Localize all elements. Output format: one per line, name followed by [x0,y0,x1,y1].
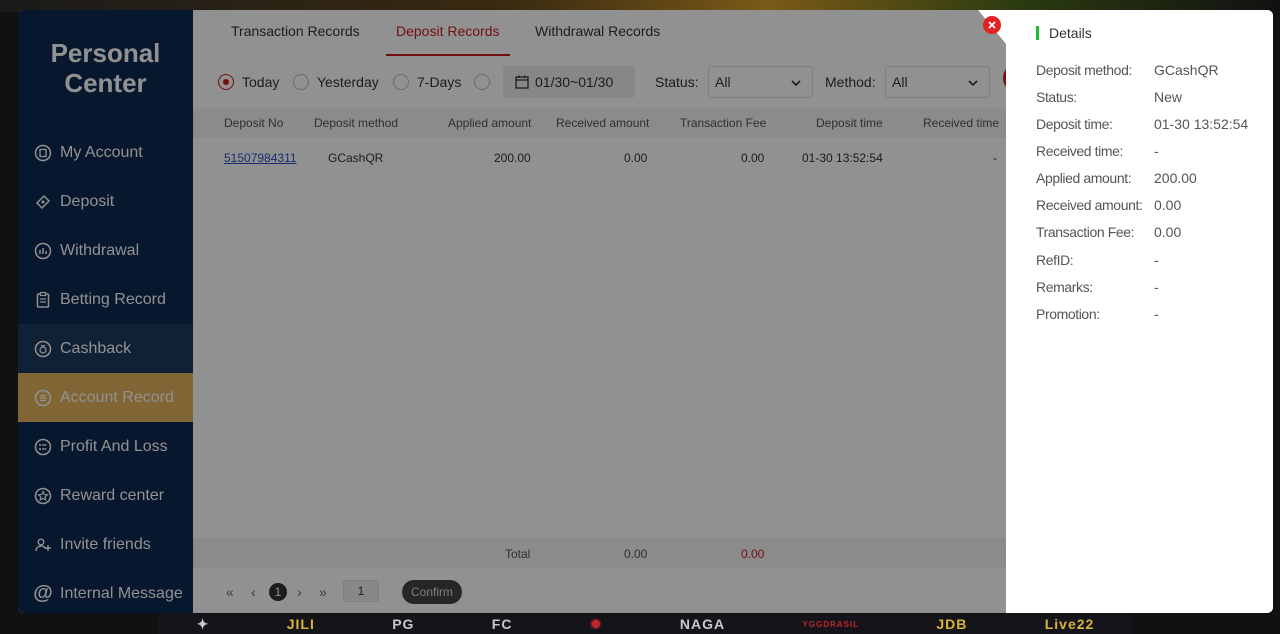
details-drawer: Details Deposit method: GCashQR Status: Ne… [1006,10,1273,613]
detail-value: GCashQR [1154,62,1219,78]
detail-value: 200.00 [1154,170,1197,186]
provider-logo[interactable]: PG [392,616,414,632]
provider-logo[interactable]: NAGA [680,616,725,632]
provider-logo[interactable]: FC [492,616,513,632]
detail-value: - [1154,306,1159,322]
detail-value: New [1154,89,1183,105]
detail-key: Deposit method: [1036,62,1132,78]
detail-key: Deposit time: [1036,116,1113,132]
provider-logo[interactable]: ✦ [197,616,210,633]
detail-key: Received time: [1036,143,1123,159]
detail-value: 01-30 13:52:54 [1154,116,1249,132]
detail-key: Received amount: [1036,197,1143,213]
detail-value: 0.00 [1154,197,1182,213]
detail-key: RefID: [1036,252,1074,268]
modal-overlay[interactable] [18,10,1006,613]
detail-key: Promotion: [1036,306,1100,322]
provider-logo[interactable]: JDB [936,616,967,632]
detail-key: Applied amount: [1036,170,1132,186]
details-title: Details [1036,26,1092,40]
detail-key: Transaction Fee: [1036,224,1135,240]
detail-key: Status: [1036,89,1077,105]
provider-logo[interactable]: ✹ [590,616,603,633]
provider-logo[interactable]: YGGDRASIL [802,620,859,629]
provider-logo[interactable]: Live22 [1045,616,1095,632]
detail-value: - [1154,143,1159,159]
detail-value: - [1154,252,1159,268]
close-icon [987,20,997,30]
detail-value: 0.00 [1154,224,1182,240]
detail-value: - [1154,279,1159,295]
provider-logo[interactable]: JILI [287,616,315,632]
provider-logos: ✦ JILI PG FC ✹ NAGA YGGDRASIL JDB Live22 [158,614,1133,634]
detail-key: Remarks: [1036,279,1093,295]
close-details-button[interactable] [983,16,1001,34]
